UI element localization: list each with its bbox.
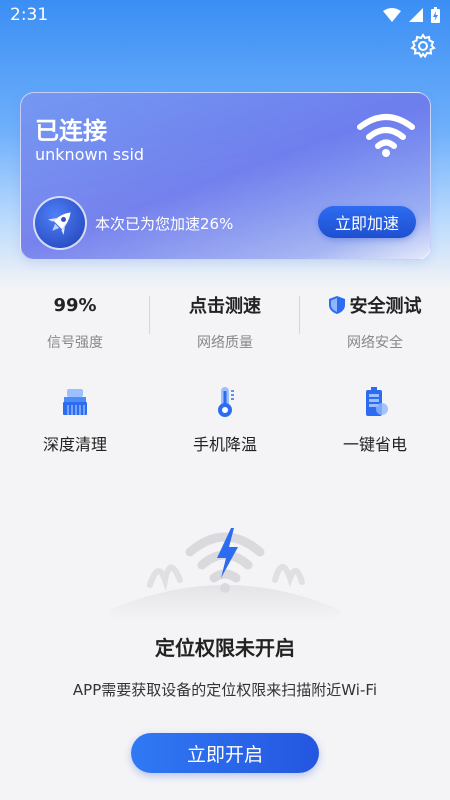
stat-label: 网络质量 bbox=[197, 335, 253, 351]
connection-status-title: 已连接 bbox=[35, 117, 107, 145]
stat-security-test[interactable]: 安全测试 网络安全 bbox=[300, 280, 450, 352]
ssid-label: unknown ssid bbox=[35, 145, 145, 164]
settings-gear-icon[interactable] bbox=[410, 33, 436, 59]
battery-status-icon bbox=[431, 7, 440, 23]
tool-label: 深度清理 bbox=[42, 435, 107, 454]
stat-label: 网络安全 bbox=[347, 335, 403, 351]
tool-label: 手机降温 bbox=[192, 435, 257, 454]
cell-signal-icon bbox=[409, 8, 423, 22]
stat-label: 信号强度 bbox=[47, 335, 103, 351]
stat-value[interactable]: 点击测速 bbox=[150, 292, 300, 318]
quick-tools: 深度清理 手机降温 一键省电 bbox=[0, 385, 450, 465]
permission-description: APP需要获取设备的定位权限来扫描附近Wi-Fi bbox=[72, 681, 378, 699]
tool-deep-clean[interactable]: 深度清理 bbox=[0, 385, 150, 455]
accelerate-button[interactable]: 立即加速 bbox=[318, 206, 416, 238]
tool-label: 一键省电 bbox=[342, 435, 407, 454]
status-time: 2:31 bbox=[10, 5, 49, 25]
tool-phone-cooling[interactable]: 手机降温 bbox=[150, 385, 300, 455]
connection-card: 已连接 unknown ssid 本次已为您加速26% 立即加速 bbox=[20, 92, 431, 260]
wifi-signal-icon bbox=[383, 8, 401, 22]
wifi-illustration bbox=[110, 528, 340, 620]
shield-icon bbox=[328, 296, 345, 314]
stat-signal-strength: 99% 信号强度 bbox=[0, 280, 150, 352]
thermometer-icon bbox=[218, 387, 234, 417]
enable-location-button[interactable]: 立即开启 bbox=[131, 733, 319, 773]
rocket-icon bbox=[33, 196, 87, 250]
network-stats: 99% 信号强度 点击测速 网络质量 安全测试 网络安全 bbox=[0, 280, 450, 360]
tool-power-saving[interactable]: 一键省电 bbox=[300, 385, 450, 455]
broom-icon bbox=[63, 389, 87, 415]
stat-speed-test[interactable]: 点击测速 网络质量 bbox=[150, 280, 300, 352]
permission-title: 定位权限未开启 bbox=[155, 636, 295, 660]
stat-value: 99% bbox=[53, 294, 97, 316]
stat-value: 安全测试 bbox=[349, 296, 422, 317]
wifi-icon bbox=[357, 114, 415, 157]
status-bar: 2:31 bbox=[0, 0, 450, 32]
acceleration-text: 本次已为您加速26% bbox=[95, 215, 234, 233]
battery-icon bbox=[366, 387, 388, 416]
status-icons bbox=[383, 7, 440, 23]
stat-value-row[interactable]: 安全测试 bbox=[300, 292, 450, 318]
